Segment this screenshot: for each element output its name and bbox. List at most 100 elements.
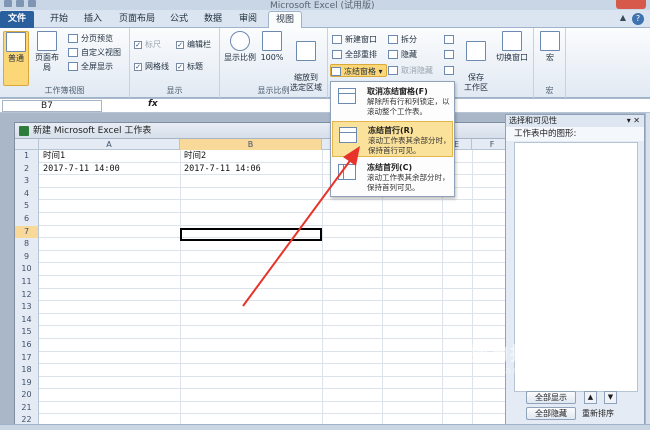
table-row: 15 [15, 326, 513, 339]
headings-checkbox[interactable]: ✓ 标题 [176, 60, 203, 73]
save-workspace-icon [466, 41, 486, 61]
row-header[interactable]: 19 [15, 376, 39, 390]
row-header[interactable]: 14 [15, 313, 39, 327]
show-all-button[interactable]: 全部显示 [526, 391, 576, 404]
gridlines-checkbox[interactable]: ✓ 网格线 [134, 60, 169, 73]
reset-window-icon[interactable] [444, 64, 457, 77]
column-header[interactable]: A [39, 139, 180, 150]
sync-scroll-icon[interactable] [444, 48, 457, 61]
tab-page-layout[interactable]: 页面布局 [114, 11, 160, 28]
new-window-button[interactable]: 新建窗口 [332, 33, 377, 46]
tab-formulas[interactable]: 公式 [166, 11, 192, 28]
unfreeze-panes-item[interactable]: 取消冻结窗格(F) 解除所有行和列锁定，以滚动整个工作表。 [332, 83, 453, 119]
row-header[interactable]: 16 [15, 338, 39, 352]
custom-views-button[interactable]: 自定义视图 [68, 46, 121, 59]
magnifier-icon [230, 31, 250, 51]
save-workspace-button[interactable]: 保存 工作区 [462, 31, 490, 93]
row-header[interactable]: 21 [15, 401, 39, 415]
selection-pane-header: 选择和可见性 ▾ ✕ [506, 115, 644, 127]
row-header[interactable]: 20 [15, 389, 39, 402]
row-header[interactable]: 1 [15, 150, 39, 163]
row-header[interactable]: 17 [15, 351, 39, 365]
name-box[interactable]: B7 [2, 100, 102, 112]
split-button[interactable]: 拆分 [388, 33, 417, 46]
formula-bar-checkbox[interactable]: ✓ 编辑栏 [176, 38, 211, 51]
cell-b[interactable]: 时间2 [184, 150, 206, 162]
ruler-checkbox[interactable]: ✓ 标尺 [134, 38, 161, 51]
full-screen-button[interactable]: 全屏显示 [68, 60, 113, 73]
table-row: 16 [15, 338, 513, 352]
quick-access-toolbar[interactable] [4, 0, 64, 10]
macros-button[interactable]: 宏 [538, 31, 562, 63]
active-cell[interactable] [180, 228, 322, 241]
unhide-button[interactable]: 取消隐藏 [388, 64, 433, 77]
table-row: 10 [15, 263, 513, 276]
table-row: 19 [15, 376, 513, 390]
row-header[interactable]: 6 [15, 212, 39, 226]
scrollbar-edge[interactable] [646, 113, 650, 424]
freeze-top-row-item[interactable]: 冻结首行(R) 滚动工作表其余部分时，保持首行可见。 [332, 121, 453, 157]
row-header[interactable]: 3 [15, 175, 39, 188]
row-header[interactable]: 7 [15, 225, 39, 239]
view-side-by-side-icon[interactable] [444, 33, 457, 46]
row-header[interactable]: 2 [15, 162, 39, 176]
tab-file[interactable]: 文件 [0, 11, 34, 28]
freeze-panes-button[interactable]: 冻结窗格 ▾ [330, 64, 387, 77]
row-header[interactable]: 11 [15, 275, 39, 289]
minimize-ribbon-icon[interactable]: ▲ [620, 13, 626, 22]
undo-icon[interactable] [28, 0, 36, 7]
insert-function-icon[interactable]: fx [148, 99, 158, 109]
move-up-icon[interactable]: ▲ [584, 391, 597, 404]
normal-view-button[interactable]: 普通 [3, 31, 29, 86]
zoom-100-button[interactable]: 100% [260, 31, 284, 63]
hide-all-button[interactable]: 全部隐藏 [526, 407, 576, 420]
switch-windows-button[interactable]: 切换窗口 [494, 31, 530, 63]
page-break-preview-button[interactable]: 分页预览 [68, 32, 113, 45]
zoom-selection-icon [296, 41, 316, 61]
freeze-first-column-item[interactable]: 冻结首列(C) 滚动工作表其余部分时，保持首列可见。 [332, 159, 453, 195]
row-header[interactable]: 13 [15, 301, 39, 314]
move-down-icon[interactable]: ▼ [604, 391, 617, 404]
table-row: 14 [15, 313, 513, 327]
arrange-all-button[interactable]: 全部重排 [332, 48, 377, 61]
group-label: 显示比例 [257, 86, 290, 95]
row-header[interactable]: 18 [15, 364, 39, 377]
row-header[interactable]: 10 [15, 263, 39, 276]
row-header[interactable]: 15 [15, 326, 39, 339]
cell-a[interactable]: 2017-7-11 14:00 [43, 163, 120, 175]
help-icon[interactable]: ? [632, 13, 644, 25]
page-break-icon [68, 34, 78, 43]
row-header[interactable]: 12 [15, 288, 39, 302]
cell-b[interactable]: 2017-7-11 14:06 [184, 163, 261, 175]
page-layout-view-button[interactable]: 页面布局 [32, 31, 62, 73]
hide-button[interactable]: 隐藏 [388, 48, 417, 61]
cell-a[interactable]: 时间1 [43, 150, 65, 162]
column-header[interactable]: B [180, 139, 322, 150]
tab-review[interactable]: 审阅 [234, 11, 262, 28]
table-row: 20 [15, 389, 513, 402]
save-icon[interactable] [16, 0, 24, 7]
zoom-100-icon [262, 31, 282, 51]
table-row: 11 [15, 275, 513, 289]
row-header[interactable]: 4 [15, 187, 39, 201]
tab-insert[interactable]: 插入 [80, 11, 106, 28]
pane-options-icon[interactable]: ▾ ✕ [627, 115, 640, 127]
tab-view[interactable]: 视图 [268, 11, 302, 28]
zoom-to-selection-button[interactable]: 缩放到 选定区域 [286, 31, 326, 93]
excel-sheet-icon [19, 126, 29, 136]
group-label: 宏 [545, 86, 554, 95]
row-header[interactable]: 8 [15, 238, 39, 251]
close-window-button[interactable] [616, 0, 646, 9]
tab-data[interactable]: 数据 [200, 11, 226, 28]
formula-bar: B7 fx [0, 99, 650, 113]
select-all-corner[interactable] [15, 139, 39, 150]
workbook-title: 新建 Microsoft Excel 工作表 [33, 126, 152, 136]
custom-views-icon [68, 48, 78, 57]
table-row: 9 [15, 250, 513, 264]
zoom-button[interactable]: 显示比例 [223, 31, 257, 63]
tab-home[interactable]: 开始 [44, 11, 74, 28]
row-header[interactable]: 5 [15, 200, 39, 213]
row-header[interactable]: 9 [15, 250, 39, 264]
excel-logo-icon [4, 0, 12, 7]
table-row: 17 [15, 351, 513, 365]
